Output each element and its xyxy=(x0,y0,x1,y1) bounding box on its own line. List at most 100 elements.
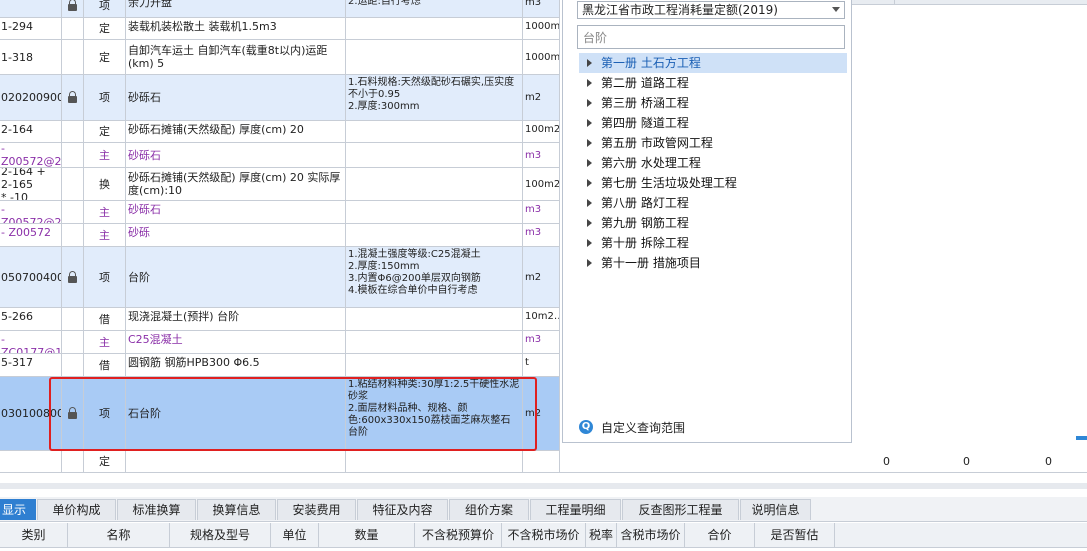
name-cell: 圆钢筋 钢筋HPB300 Φ6.5 xyxy=(126,354,346,376)
tree-item-label: 第九册 钢筋工程 xyxy=(601,216,689,230)
tab-6[interactable]: 特征及内容 xyxy=(357,499,448,520)
column-header[interactable]: 不含税预算价 xyxy=(415,523,502,547)
tree-item-label: 第五册 市政管网工程 xyxy=(601,136,713,150)
column-header[interactable]: 含税市场价 xyxy=(617,523,685,547)
tree-item[interactable]: 第八册 路灯工程 xyxy=(579,193,847,213)
code-cell: - ZC0177@1 xyxy=(1,331,62,353)
tab-9[interactable]: 反查图形工程量 xyxy=(622,499,739,520)
table-row[interactable]: 1-294 定装载机装松散土 装载机1.5m3 1000m3 xyxy=(0,18,560,40)
expand-arrow-icon[interactable] xyxy=(587,239,592,247)
tab-3[interactable]: 标准换算 xyxy=(117,499,196,520)
tab-2[interactable]: 单价构成 xyxy=(37,499,116,520)
type-cell: 主 xyxy=(84,201,126,223)
type-cell: 主 xyxy=(84,143,126,167)
lock-cell xyxy=(62,247,84,307)
scrollbar-thumb[interactable] xyxy=(1076,436,1087,440)
table-row[interactable]: - Z00572 主砂砾 m3 xyxy=(0,224,560,247)
unit-cell: t xyxy=(523,354,560,376)
table-row[interactable]: 2-164 定砂砾石摊铺(天然级配) 厚度(cm) 20 100m2 xyxy=(0,121,560,143)
tab-5[interactable]: 安装费用 xyxy=(277,499,356,520)
quota-search-panel: 黑龙江省市政工程消耗量定额(2019) 第一册 土石方工程第二册 道路工程第三册… xyxy=(562,0,852,443)
table-row[interactable]: 项余力开盘 2.运距:自行考虑 m3 xyxy=(0,0,560,18)
tab-8[interactable]: 工程量明细 xyxy=(530,499,621,520)
tree-item-label: 第三册 桥涵工程 xyxy=(601,96,689,110)
lock-cell xyxy=(62,143,84,167)
horizontal-scrollbar[interactable] xyxy=(0,483,1087,489)
lock-cell xyxy=(62,354,84,376)
type-cell: 换 xyxy=(84,168,126,200)
tree-item-label: 第二册 道路工程 xyxy=(601,76,689,90)
column-header[interactable]: 名称 xyxy=(68,523,170,547)
lock-cell xyxy=(62,168,84,200)
summary-row: 0 0 0 xyxy=(0,451,1087,473)
tree-item[interactable]: 第四册 隧道工程 xyxy=(579,113,847,133)
column-header[interactable]: 是否暂估 xyxy=(755,523,835,547)
code-cell: - Z00572@2 xyxy=(1,143,62,167)
table-row[interactable]: 2-164 + 2-165 * -10 换砂砾石摊铺(天然级配) 厚度(cm) 2… xyxy=(0,168,560,201)
tree-item[interactable]: 第二册 道路工程 xyxy=(579,73,847,93)
table-row[interactable]: - Z00572@2 主砂砾石 m3 xyxy=(0,143,560,168)
table-row[interactable]: 020200900 项砂砾石 1.石料规格:天然级配砂石碾实,压实度不小于0.95 … xyxy=(0,75,560,121)
tree-item[interactable]: 第十册 拆除工程 xyxy=(579,233,847,253)
tree-item-label: 第十册 拆除工程 xyxy=(601,236,689,250)
unit-cell: 100m2 xyxy=(523,121,560,142)
feature-cell xyxy=(346,331,523,353)
table-row[interactable]: 050700400 项台阶 1.混凝土强度等级:C25混凝土 2.厚度:150mm … xyxy=(0,247,560,308)
column-header[interactable]: 数量 xyxy=(319,523,415,547)
table-row[interactable]: - ZC0177@1 主 C25混凝土 m3 xyxy=(0,331,560,354)
expand-arrow-icon[interactable] xyxy=(587,139,592,147)
tree-item[interactable]: 第三册 桥涵工程 xyxy=(579,93,847,113)
expand-arrow-icon[interactable] xyxy=(587,79,592,87)
expand-arrow-icon[interactable] xyxy=(587,219,592,227)
tree-item[interactable]: 第五册 市政管网工程 xyxy=(579,133,847,153)
expand-arrow-icon[interactable] xyxy=(587,199,592,207)
tab-4[interactable]: 换算信息 xyxy=(197,499,276,520)
feature-cell xyxy=(346,121,523,142)
tree-item-label: 第一册 土石方工程 xyxy=(601,56,701,70)
column-header[interactable]: 合价 xyxy=(685,523,755,547)
type-cell: 借 xyxy=(84,354,126,376)
tab-10[interactable]: 说明信息 xyxy=(740,499,811,520)
column-header[interactable]: 类别 xyxy=(0,523,68,547)
table-row[interactable]: 5-266 借现浇混凝土(预拌) 台阶 10m2… xyxy=(0,308,560,331)
lock-cell xyxy=(62,201,84,223)
table-row[interactable]: 030100800 项石台阶 1.粘结材料种类:30厚1:2.5干硬性水泥砂浆 2.… xyxy=(0,377,560,451)
code-cell: 5-266 xyxy=(0,308,62,330)
tree-item[interactable]: 第六册 水处理工程 xyxy=(579,153,847,173)
lock-cell xyxy=(62,331,84,353)
unit-cell: m3 xyxy=(523,201,560,223)
expand-arrow-icon[interactable] xyxy=(587,59,592,67)
lock-icon xyxy=(68,270,77,283)
tree-item-label: 第六册 水处理工程 xyxy=(601,156,701,170)
quota-library-select[interactable]: 黑龙江省市政工程消耗量定额(2019) xyxy=(577,1,845,19)
table-row[interactable]: 1-318 定自卸汽车运土 自卸汽车(载重8t以内)运距(km) 5 1000m3 xyxy=(0,40,560,75)
expand-arrow-icon[interactable] xyxy=(587,99,592,107)
table-row[interactable]: 5-317 借圆钢筋 钢筋HPB300 Φ6.5 t xyxy=(0,354,560,377)
custom-query-button[interactable]: Q 自定义查询范围 xyxy=(577,417,685,439)
table-row[interactable]: - Z00572@2 主砂砾石 m3 xyxy=(0,201,560,224)
code-cell: 2-164 + 2-165 * -10 xyxy=(0,168,62,200)
tree-item[interactable]: 第九册 钢筋工程 xyxy=(579,213,847,233)
tab-7[interactable]: 组价方案 xyxy=(449,499,529,520)
unit-cell: 1000m3 xyxy=(523,18,560,39)
search-input[interactable] xyxy=(577,25,845,49)
name-cell: 砂砾石 xyxy=(126,75,346,120)
tree-item[interactable]: 第七册 生活垃圾处理工程 xyxy=(579,173,847,193)
column-header[interactable]: 不含税市场价 xyxy=(502,523,586,547)
expand-arrow-icon[interactable] xyxy=(587,159,592,167)
tree-item[interactable]: 第十一册 措施项目 xyxy=(579,253,847,273)
column-header[interactable]: 规格及型号 xyxy=(170,523,271,547)
tree-item[interactable]: 第一册 土石方工程 xyxy=(579,53,847,73)
chevron-down-icon[interactable] xyxy=(832,7,840,12)
expand-arrow-icon[interactable] xyxy=(587,119,592,127)
feature-cell: 1.粘结材料种类:30厚1:2.5干硬性水泥砂浆 2.面层材料品种、规格、颜色:… xyxy=(346,377,523,450)
code-cell: 5-317 xyxy=(0,354,62,376)
name-cell: 现浇混凝土(预拌) 台阶 xyxy=(126,308,346,330)
expand-arrow-icon[interactable] xyxy=(587,179,592,187)
right-grid-header xyxy=(852,0,1087,5)
column-header[interactable]: 税率 xyxy=(586,523,617,547)
expand-arrow-icon[interactable] xyxy=(587,259,592,267)
lock-cell xyxy=(62,40,84,74)
column-header[interactable]: 单位 xyxy=(271,523,319,547)
tab-1[interactable]: 显示 xyxy=(0,499,36,520)
